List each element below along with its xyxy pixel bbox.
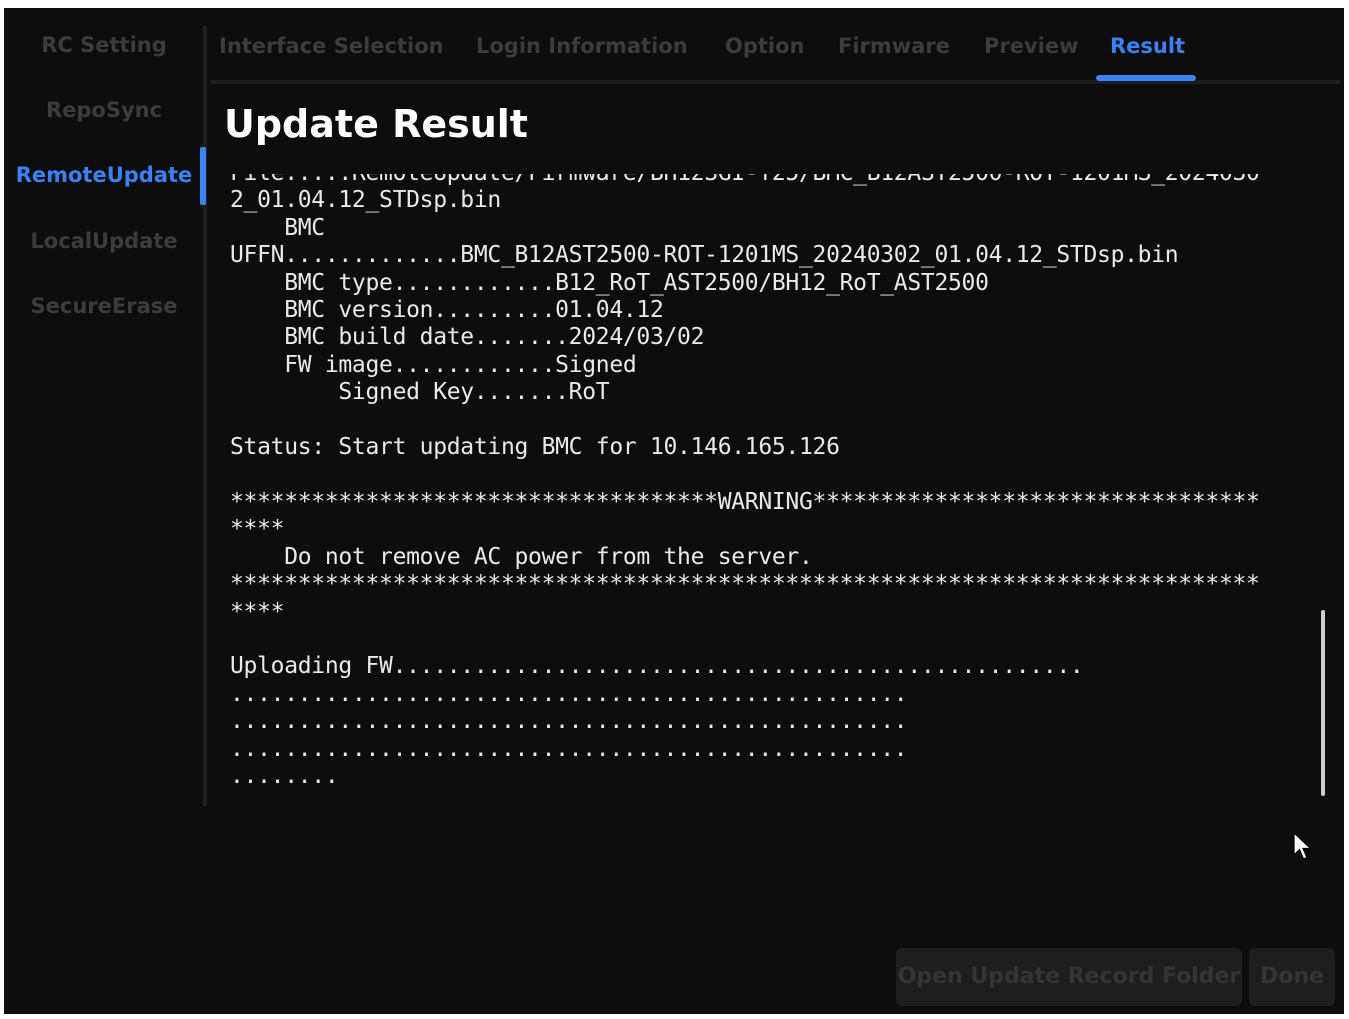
sidebar-item-localupdate[interactable]: LocalUpdate: [4, 221, 204, 261]
sidebar-item-secureerase[interactable]: SecureErase: [4, 286, 204, 326]
result-log-text: File.....RemoteUpdate/Firmware/BH12SGI-T…: [230, 174, 1260, 790]
tab-firmware[interactable]: Firmware: [838, 28, 950, 64]
log-line: BMC build date.......2024/03/02: [230, 324, 705, 351]
log-line: Status: Start updating BMC for 10.146.16…: [230, 434, 840, 461]
log-line: Signed Key.......RoT: [230, 379, 610, 406]
mouse-pointer-icon: [1293, 831, 1313, 866]
tab-preview[interactable]: Preview: [984, 28, 1079, 64]
open-update-record-folder-button[interactable]: Open Update Record Folder: [896, 948, 1242, 1006]
sidebar-item-rc-setting[interactable]: RC Setting: [4, 25, 204, 65]
log-line: ........: [230, 762, 339, 789]
step-tabs: Interface Selection Login Information Op…: [210, 8, 1340, 84]
log-line: FW image............Signed: [230, 351, 637, 378]
sidebar: RC Setting RepoSync RemoteUpdate LocalUp…: [4, 8, 204, 808]
log-line: ........................................…: [230, 708, 908, 735]
log-line: BMC version.........01.04.12: [230, 297, 664, 324]
log-line: File.....RemoteUpdate/Firmware/BH12SGI-T…: [230, 174, 1260, 186]
log-line: UFFN.............BMC_B12AST2500-ROT-1201…: [230, 242, 1179, 269]
sidebar-item-remoteupdate[interactable]: RemoteUpdate: [4, 155, 204, 195]
log-line: ****: [230, 598, 285, 625]
log-line: Uploading FW............................…: [230, 653, 1084, 680]
tab-interface-selection[interactable]: Interface Selection: [219, 28, 444, 64]
log-line: ........................................…: [230, 735, 908, 762]
tab-active-underline: [1096, 75, 1196, 81]
done-button[interactable]: Done: [1249, 948, 1335, 1006]
log-scrollbar[interactable]: [1321, 610, 1325, 796]
sidebar-item-reposync[interactable]: RepoSync: [4, 90, 204, 130]
sidebar-active-indicator: [200, 147, 206, 205]
tab-option[interactable]: Option: [725, 28, 805, 64]
log-line: Do not remove AC power from the server.: [230, 543, 813, 570]
result-log-panel: File.....RemoteUpdate/Firmware/BH12SGI-T…: [226, 174, 1310, 804]
log-line: BMC type............B12_RoT_AST2500/BH12…: [230, 269, 989, 296]
log-line: 2_01.04.12_STDsp.bin: [230, 187, 501, 214]
log-line: ************************************WARN…: [230, 488, 1260, 515]
sidebar-divider: [203, 26, 207, 806]
log-line: ****: [230, 516, 285, 543]
log-line: ........................................…: [230, 680, 908, 707]
tab-login-information[interactable]: Login Information: [476, 28, 688, 64]
log-line: ****************************************…: [230, 571, 1260, 598]
app-window: RC Setting RepoSync RemoteUpdate LocalUp…: [4, 8, 1344, 1014]
page-title: Update Result: [224, 102, 528, 146]
log-line: BMC: [230, 214, 325, 241]
tab-result[interactable]: Result: [1110, 28, 1185, 64]
